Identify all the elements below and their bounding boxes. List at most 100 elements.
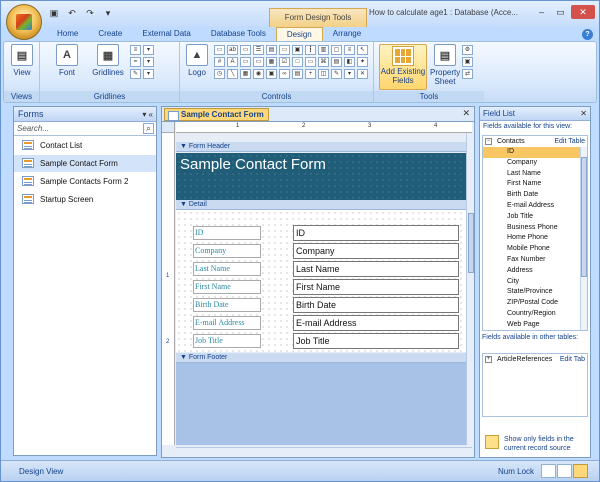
minimize-button[interactable]: –	[533, 5, 550, 19]
tab-home[interactable]: Home	[47, 27, 88, 41]
wizard-icon[interactable]: ✦	[357, 57, 368, 67]
form-title-label[interactable]: Sample Contact Form	[180, 156, 326, 173]
tab-design[interactable]: Design	[275, 27, 323, 41]
line-icon[interactable]: ╲	[227, 69, 238, 79]
edit-table-link[interactable]: Edit Tab	[560, 354, 585, 365]
scroll-thumb[interactable]	[468, 213, 474, 273]
vertical-scrollbar[interactable]	[466, 133, 474, 445]
chart-icon[interactable]: ▥	[318, 45, 329, 55]
field-list-scrollbar[interactable]	[580, 147, 587, 330]
field-textbox[interactable]: Birth Date	[293, 297, 459, 313]
macro-icon[interactable]: ▣	[462, 57, 473, 67]
maximize-button[interactable]: ▭	[552, 5, 569, 19]
font-button[interactable]: A Font	[52, 44, 82, 77]
search-icon[interactable]: ⌕	[143, 123, 154, 134]
field-item[interactable]: State/Province	[483, 287, 587, 298]
nav-search-input[interactable]: Search... ⌕	[14, 122, 156, 136]
field-item[interactable]: ID	[483, 147, 587, 158]
field-label[interactable]: First Name	[193, 280, 261, 294]
bound-object-icon[interactable]: ▤	[292, 69, 303, 79]
tab-database-tools[interactable]: Database Tools	[201, 27, 276, 41]
subform-icon[interactable]: ▦	[266, 57, 277, 67]
field-label[interactable]: Job Title	[193, 334, 261, 348]
grid-icon[interactable]: ▦	[240, 69, 251, 79]
field-item[interactable]: Address	[483, 266, 587, 277]
label-icon[interactable]: ab	[227, 45, 238, 55]
dropdown-icon[interactable]: ▾	[143, 69, 154, 79]
dropdown-icon[interactable]: ▾	[143, 57, 154, 67]
view-button[interactable]: ▤ View	[7, 44, 37, 77]
field-label[interactable]: Last Name	[193, 262, 261, 276]
collapse-icon[interactable]: −	[485, 138, 492, 145]
field-label[interactable]: Company	[193, 244, 261, 258]
close-icon[interactable]: ✕	[580, 107, 587, 121]
form-header-bar[interactable]: ▼ Form Header	[176, 142, 466, 152]
field-item[interactable]: Birth Date	[483, 190, 587, 201]
delete-icon[interactable]: ✕	[357, 69, 368, 79]
form-footer-bar[interactable]: ▼ Form Footer	[176, 353, 466, 363]
font-icon[interactable]: A	[227, 57, 238, 67]
field-item[interactable]: City	[483, 277, 587, 288]
tab-external-data[interactable]: External Data	[132, 27, 200, 41]
field-textbox[interactable]: Company	[293, 243, 459, 259]
pen-icon[interactable]: ✎	[331, 69, 342, 79]
line-color-icon[interactable]: ✎	[130, 69, 141, 79]
form-selector[interactable]	[162, 122, 175, 133]
field-item[interactable]: Country/Region	[483, 309, 587, 320]
checkbox-icon[interactable]: ☑	[279, 57, 290, 67]
field-item[interactable]: Mobile Phone	[483, 244, 587, 255]
insert-icon[interactable]: +	[305, 69, 316, 79]
gridlines-button[interactable]: ▦ Gridlines	[88, 44, 128, 77]
image-icon[interactable]: ▣	[292, 45, 303, 55]
edit-table-link[interactable]: Edit Table	[554, 136, 585, 147]
redo-icon[interactable]: ↷	[83, 7, 97, 20]
field-item[interactable]: E-mail Address	[483, 201, 587, 212]
code-icon[interactable]: ⚙	[462, 45, 473, 55]
field-label[interactable]: Birth Date	[193, 298, 261, 312]
field-item[interactable]: First Name	[483, 179, 587, 190]
field-textbox[interactable]: First Name	[293, 279, 459, 295]
table-node-contacts[interactable]: − Contacts Edit Table	[483, 136, 587, 147]
more-icon[interactable]: ▾	[344, 69, 355, 79]
design-view-icon[interactable]	[573, 464, 588, 478]
field-item[interactable]: Fax Number	[483, 255, 587, 266]
field-item[interactable]: Company	[483, 158, 587, 169]
tab-create[interactable]: Create	[88, 27, 132, 41]
nav-header[interactable]: Forms ▾ «	[14, 107, 156, 122]
page-numbers-icon[interactable]: #	[214, 57, 225, 67]
align-icon[interactable]: ≡	[344, 45, 355, 55]
field-item[interactable]: Home Phone	[483, 233, 587, 244]
add-existing-fields-button[interactable]: Add Existing Fields	[379, 44, 427, 90]
hyperlink-icon[interactable]: ∞	[279, 69, 290, 79]
field-textbox[interactable]: E-mail Address	[293, 315, 459, 331]
rectangle-icon[interactable]: □	[292, 57, 303, 67]
tab-order-icon[interactable]: ⇄	[462, 69, 473, 79]
logo-button[interactable]: ▲ Logo	[182, 44, 212, 77]
frame-icon[interactable]: ▢	[331, 45, 342, 55]
detail-bar[interactable]: ▼ Detail	[176, 200, 466, 210]
option-group-icon[interactable]: ▭	[240, 57, 251, 67]
horizontal-scrollbar[interactable]	[176, 447, 472, 457]
title-icon[interactable]: ▭	[214, 45, 225, 55]
line-thickness-icon[interactable]: ≡	[130, 45, 141, 55]
field-textbox[interactable]: ID	[293, 225, 459, 241]
tab-control-icon[interactable]: ▭	[253, 57, 264, 67]
form-view-icon[interactable]	[541, 464, 556, 478]
close-button[interactable]: ✕	[571, 5, 595, 19]
nav-header-buttons[interactable]: ▾ «	[142, 107, 153, 122]
undo-icon[interactable]: ↶	[65, 7, 79, 20]
date-time-icon[interactable]: ◷	[214, 69, 225, 79]
nav-item-startup-screen[interactable]: Startup Screen	[14, 191, 156, 208]
unbound-object-icon[interactable]: ▣	[266, 69, 277, 79]
combo-icon[interactable]: ▤	[266, 45, 277, 55]
close-document-icon[interactable]: ✕	[462, 108, 470, 119]
special-effect-icon[interactable]: ◫	[318, 69, 329, 79]
nav-item-sample-contact-form[interactable]: Sample Contact Form	[14, 155, 156, 172]
field-textbox[interactable]: Job Title	[293, 333, 459, 349]
layout-view-icon[interactable]	[557, 464, 572, 478]
field-item[interactable]: ZIP/Postal Code	[483, 298, 587, 309]
field-item[interactable]: Business Phone	[483, 223, 587, 234]
list-icon[interactable]: ☰	[253, 45, 264, 55]
color-icon[interactable]: ◧	[344, 57, 355, 67]
field-item[interactable]: Job Title	[483, 212, 587, 223]
